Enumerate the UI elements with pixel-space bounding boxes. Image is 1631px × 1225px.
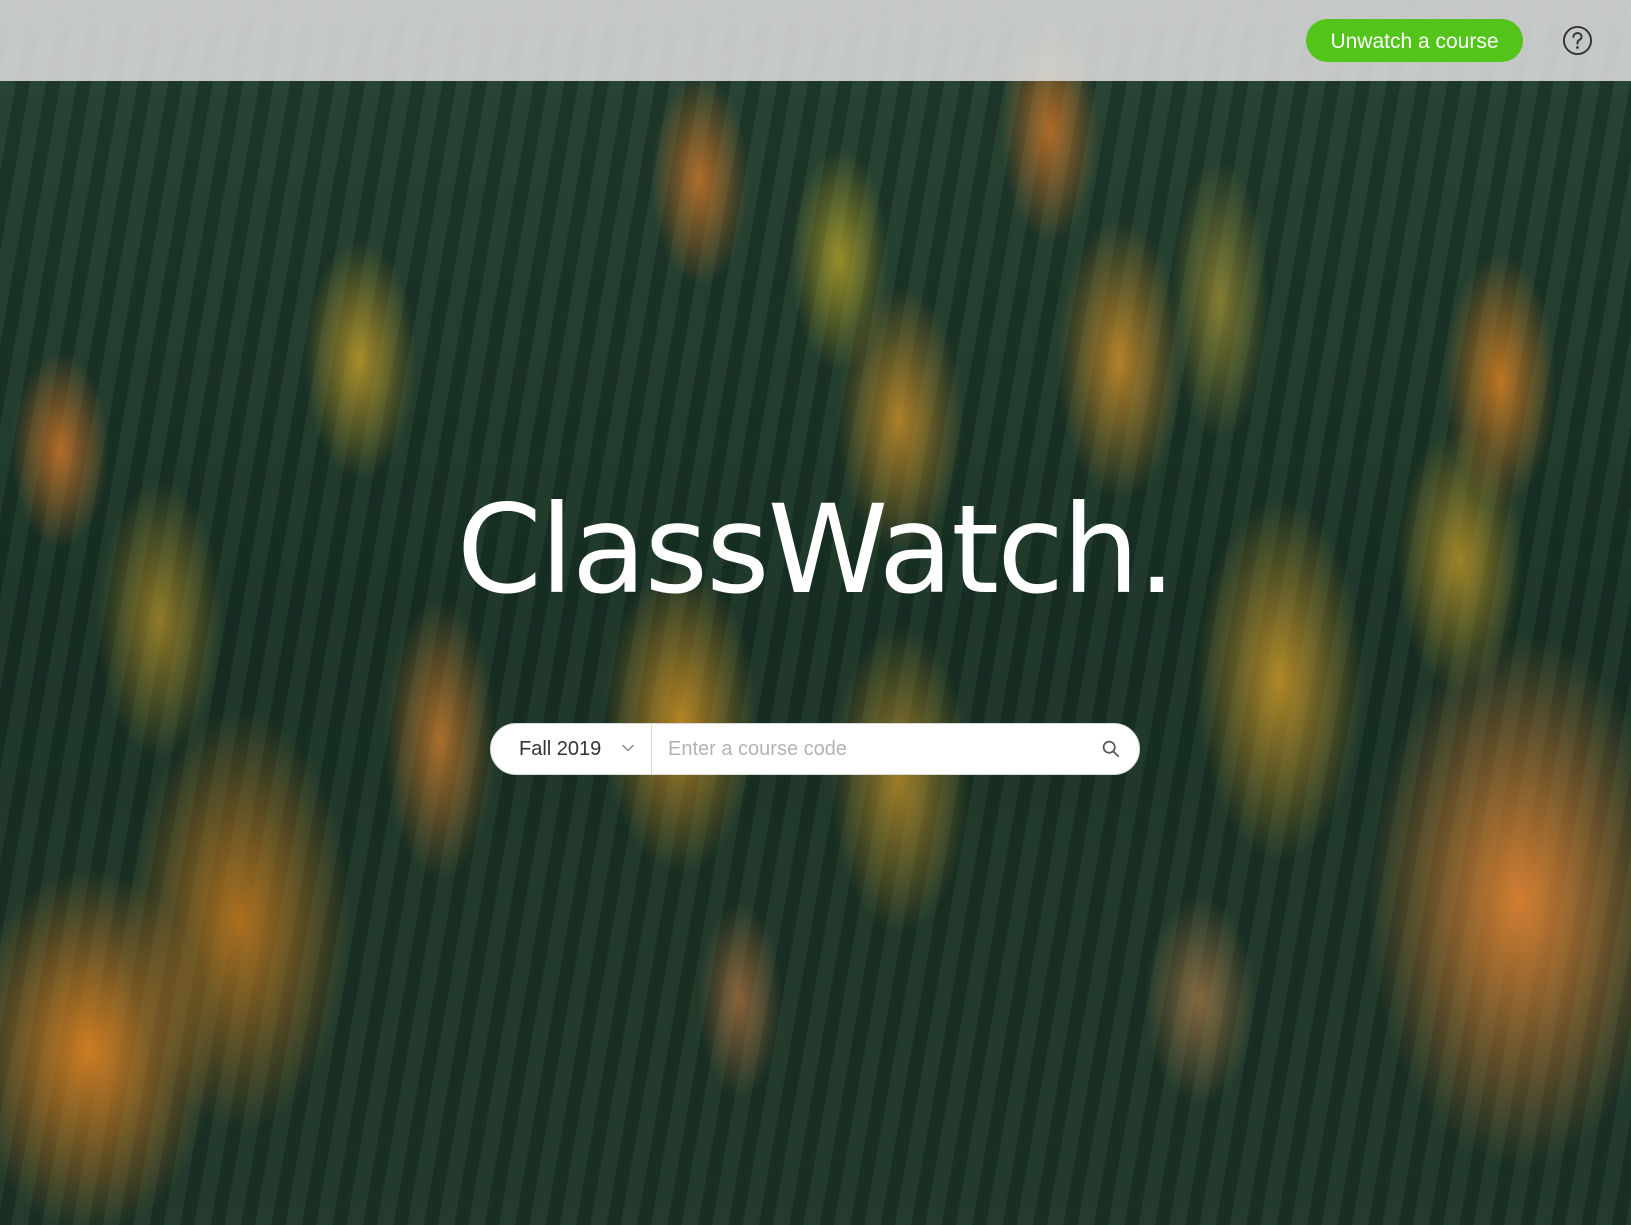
top-bar: Unwatch a course <box>0 0 1631 81</box>
unwatch-course-button[interactable]: Unwatch a course <box>1306 19 1523 62</box>
course-code-input[interactable] <box>652 724 1101 774</box>
course-search-bar: Fall 2019 <box>490 723 1140 775</box>
search-icon[interactable] <box>1101 739 1121 759</box>
page: Unwatch a course ClassWatch. Fall 2019 <box>0 0 1631 1225</box>
app-logo: ClassWatch. <box>456 479 1177 621</box>
chevron-down-icon <box>622 744 634 752</box>
term-select[interactable]: Fall 2019 <box>491 724 652 774</box>
question-circle-icon[interactable] <box>1562 25 1593 56</box>
term-select-value: Fall 2019 <box>519 737 602 760</box>
